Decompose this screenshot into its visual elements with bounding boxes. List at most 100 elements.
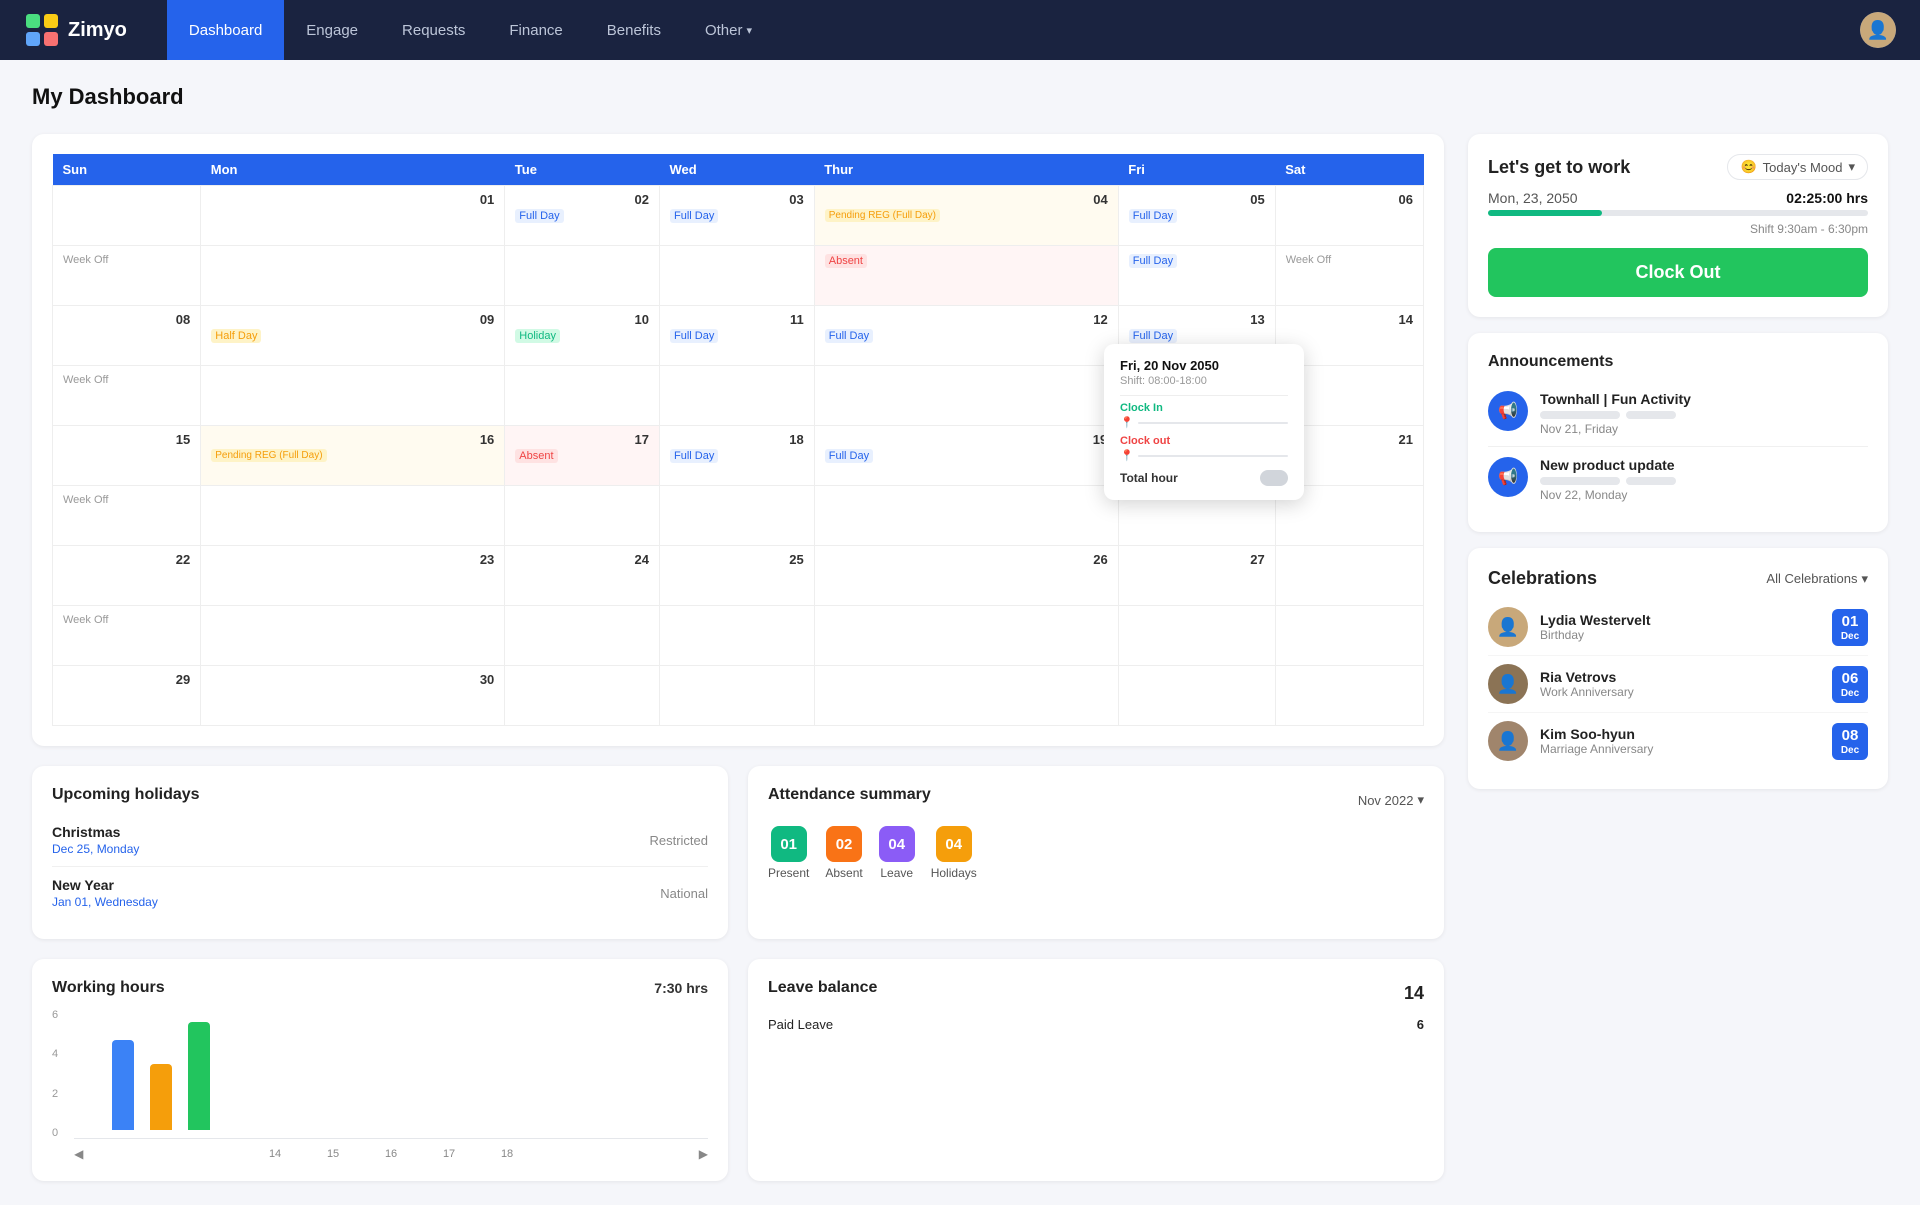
logo[interactable]: Zimyo [24,12,127,48]
calendar-cell[interactable]: 26 [814,546,1118,606]
popup-shift: Shift: 08:00-18:00 [1120,375,1288,387]
calendar-cell[interactable]: 22 [53,546,201,606]
calendar-cell[interactable] [505,606,660,666]
calendar-cell[interactable]: Absent [814,246,1118,306]
calendar-cell[interactable] [660,666,815,726]
calendar-cell[interactable] [201,486,505,546]
holiday-date: Jan 01, Wednesday [52,895,158,909]
announcement-date: Nov 21, Friday [1540,422,1868,436]
calendar-cell[interactable]: 01 [201,186,505,246]
user-avatar[interactable]: 👤 [1860,12,1896,48]
leave-header: Leave balance 14 [768,979,1424,1007]
calendar-cell[interactable]: 06 [1275,186,1423,246]
nav-engage[interactable]: Engage [284,0,380,60]
cal-header-tue: Tue [505,154,660,186]
nav-other[interactable]: Other ▾ [683,0,774,60]
logo-text: Zimyo [68,19,127,42]
attendance-badge-num: 01 [771,826,807,862]
calendar-cell[interactable] [201,606,505,666]
nav-benefits[interactable]: Benefits [585,0,683,60]
calendar-cell[interactable]: 29 [53,666,201,726]
calendar-cell[interactable]: 30 [201,666,505,726]
attendance-month-selector[interactable]: Nov 2022 ▾ [1358,792,1424,808]
calendar-cell[interactable]: 18Full Day [660,426,815,486]
calendar-cell[interactable] [505,366,660,426]
celebration-date-badge: 08 Dec [1832,723,1868,760]
nav-finance[interactable]: Finance [487,0,584,60]
calendar-cell[interactable]: 17Absent [505,426,660,486]
calendar-cell[interactable]: 09Half Day [201,306,505,366]
calendar-cell[interactable]: Week Off [53,486,201,546]
calendar-cell[interactable] [660,606,815,666]
calendar-cell[interactable] [505,246,660,306]
calendar-cell[interactable]: 25 [660,546,815,606]
calendar-cell[interactable]: Full Day [1118,246,1275,306]
popup-toggle[interactable] [1260,470,1288,486]
calendar-cell[interactable]: Week Off [53,366,201,426]
calendar-cell[interactable]: 23 [201,546,505,606]
calendar-cell[interactable] [814,366,1118,426]
holiday-name: New Year [52,877,158,893]
location-icon-2: 📍 [1120,449,1134,462]
calendar-cell[interactable] [1118,606,1275,666]
announcement-item: 📢 Townhall | Fun Activity Nov 21, Friday [1488,381,1868,447]
celebration-month: Dec [1841,631,1859,642]
calendar-cell[interactable]: 16Pending REG (Full Day) [201,426,505,486]
calendar-cell[interactable] [201,366,505,426]
calendar-cell[interactable]: Week Off [53,606,201,666]
calendar-cell[interactable] [1275,666,1423,726]
calendar-cell[interactable]: 15 [53,426,201,486]
popup-clockout-label: Clock out [1120,435,1288,447]
celebrations-filter[interactable]: All Celebrations ▾ [1766,571,1868,587]
calendar-cell[interactable]: 24 [505,546,660,606]
leave-item-value: 6 [1417,1017,1424,1032]
navbar: Zimyo Dashboard Engage Requests Finance … [0,0,1920,60]
attendance-badge: 04 Leave [879,826,915,880]
calendar-cell[interactable] [505,486,660,546]
celebration-name: Ria Vetrovs [1540,669,1820,685]
work-widget-title: Let's get to work [1488,157,1630,178]
popup-clockin-label: Clock In [1120,402,1288,414]
cal-header-thur: Thur [814,154,1118,186]
nav-dashboard[interactable]: Dashboard [167,0,284,60]
celebration-item: 👤 Ria Vetrovs Work Anniversary 06 Dec [1488,656,1868,713]
calendar-cell[interactable]: 10Holiday [505,306,660,366]
nav-requests[interactable]: Requests [380,0,487,60]
wh-title: Working hours [52,979,165,997]
calendar-cell[interactable] [814,606,1118,666]
calendar-cell[interactable] [814,666,1118,726]
calendar-cell[interactable]: 12Full Day [814,306,1118,366]
holidays-list: Christmas Dec 25, Monday Restricted New … [52,814,708,919]
bottom-left-section: Upcoming holidays Christmas Dec 25, Mond… [32,766,1444,939]
calendar-cell[interactable]: 03Full Day [660,186,815,246]
calendar-cell[interactable] [1275,546,1423,606]
bottom-left-section-2: Working hours 7:30 hrs 6 4 2 0 [32,959,1444,1181]
calendar-cell[interactable]: Week Off [1275,246,1423,306]
calendar-cell[interactable] [201,246,505,306]
calendar-cell[interactable] [660,486,815,546]
announcement-line [1540,477,1620,485]
calendar-cell[interactable] [1118,666,1275,726]
calendar-cell[interactable]: 19Full Day [814,426,1118,486]
calendar-cell[interactable]: 04Pending REG (Full Day) [814,186,1118,246]
cal-header-wed: Wed [660,154,815,186]
calendar-cell[interactable]: 05Full Day [1118,186,1275,246]
clock-out-button[interactable]: Clock Out [1488,248,1868,297]
leave-item: Paid Leave 6 [768,1007,1424,1042]
chart-next-icon[interactable]: ▶ [699,1147,708,1161]
calendar-cell[interactable] [814,486,1118,546]
calendar-cell[interactable]: 11Full Day [660,306,815,366]
calendar-cell[interactable]: 27 [1118,546,1275,606]
calendar-cell[interactable]: Week Off [53,246,201,306]
calendar-cell[interactable] [505,666,660,726]
calendar-cell[interactable] [660,366,815,426]
mood-button[interactable]: 😊 Today's Mood ▾ [1727,154,1868,180]
calendar-cell[interactable]: 08 [53,306,201,366]
celebrations-list: 👤 Lydia Westervelt Birthday 01 Dec 👤 Ria… [1488,599,1868,769]
calendar-cell[interactable]: 02Full Day [505,186,660,246]
chart-prev-icon[interactable]: ◀ [74,1147,83,1161]
calendar-cell[interactable] [660,246,815,306]
chevron-down-icon: ▾ [1417,792,1424,808]
calendar-cell[interactable] [1275,606,1423,666]
calendar-cell[interactable] [53,186,201,246]
